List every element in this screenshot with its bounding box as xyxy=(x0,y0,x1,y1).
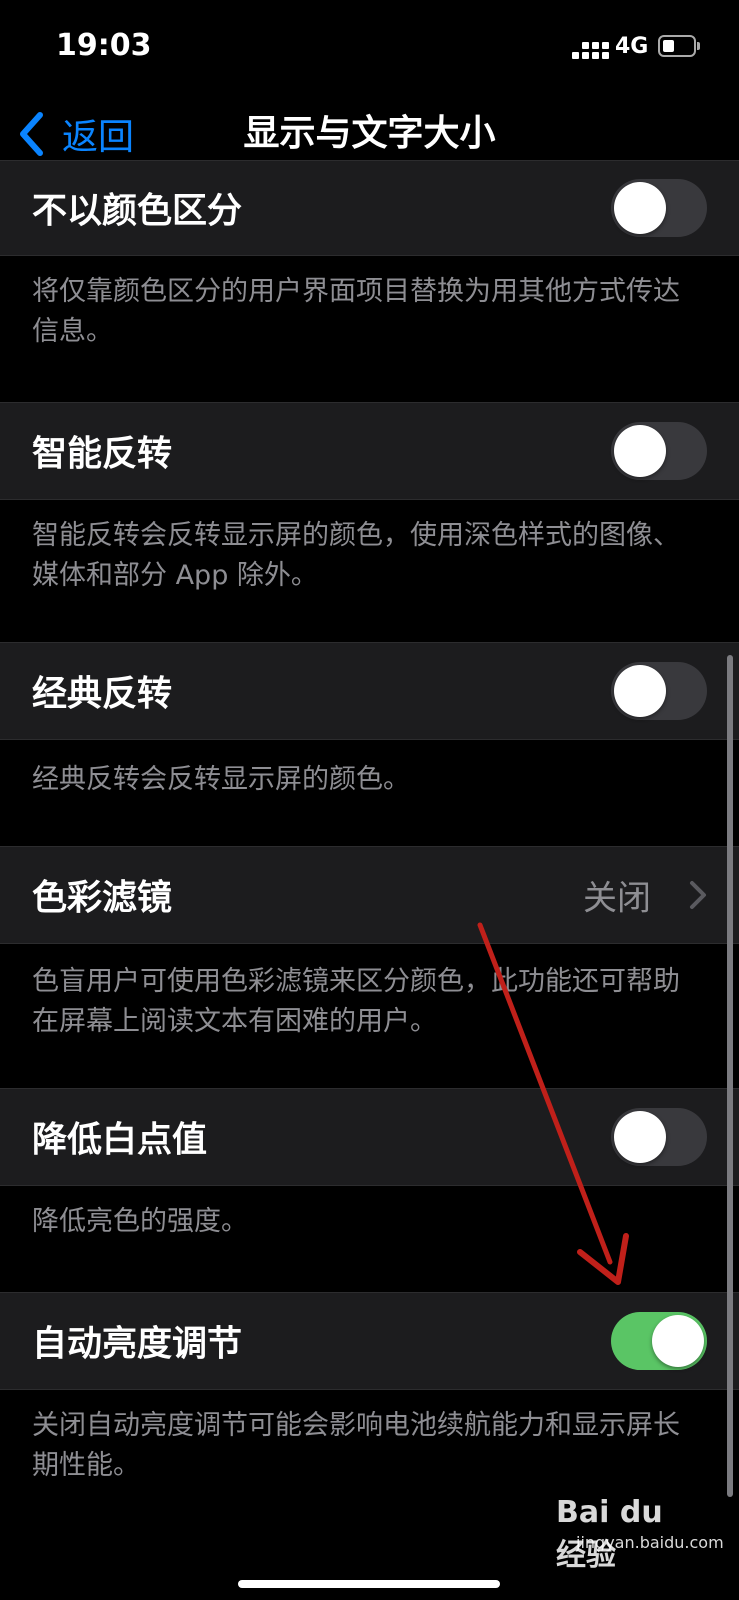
setting-footer: 关闭自动亮度调节可能会影响电池续航能力和显示屏长期性能。 xyxy=(32,1410,680,1481)
signal-icon xyxy=(572,38,609,60)
status-time: 19:03 xyxy=(56,28,152,63)
scrollbar[interactable] xyxy=(727,655,733,1497)
setting-row-smart-invert: 智能反转 xyxy=(0,402,739,500)
home-indicator[interactable] xyxy=(238,1580,500,1588)
setting-footer: 智能反转会反转显示屏的颜色，使用深色样式的图像、媒体和部分 App 除外。 xyxy=(32,520,680,591)
setting-label: 自动亮度调节 xyxy=(32,1324,243,1365)
battery-icon xyxy=(658,35,696,57)
classic-invert-toggle[interactable] xyxy=(611,662,707,720)
setting-footer: 经典反转会反转显示屏的颜色。 xyxy=(32,764,410,795)
color-filters-value: 关闭 xyxy=(583,878,651,919)
back-button[interactable]: 返回 xyxy=(16,106,134,162)
smart-invert-toggle[interactable] xyxy=(611,422,707,480)
differentiate-without-color-toggle[interactable] xyxy=(611,179,707,237)
back-button-label: 返回 xyxy=(62,117,135,158)
auto-brightness-toggle[interactable] xyxy=(611,1312,707,1370)
watermark-url: jingyan.baidu.com xyxy=(576,1533,724,1552)
reduce-white-point-toggle[interactable] xyxy=(611,1108,707,1166)
chevron-left-icon xyxy=(20,112,43,156)
network-type: 4G xyxy=(615,34,649,59)
setting-row-color-filters[interactable]: 色彩滤镜 关闭 xyxy=(0,846,739,944)
chevron-right-icon xyxy=(690,881,706,909)
setting-label: 降低白点值 xyxy=(32,1120,208,1161)
setting-footer: 降低亮色的强度。 xyxy=(32,1206,248,1237)
setting-footer: 将仅靠颜色区分的用户界面项目替换为用其他方式传达信息。 xyxy=(32,276,680,347)
setting-row-auto-brightness: 自动亮度调节 xyxy=(0,1292,739,1390)
setting-row-differentiate-without-color: 不以颜色区分 xyxy=(0,160,739,256)
setting-label: 经典反转 xyxy=(32,674,173,715)
status-bar: 19:03 4G xyxy=(0,0,739,100)
battery-cap xyxy=(697,42,700,50)
setting-row-classic-invert: 经典反转 xyxy=(0,642,739,740)
setting-label: 不以颜色区分 xyxy=(32,191,243,232)
setting-footer: 色盲用户可使用色彩滤镜来区分颜色，此功能还可帮助在屏幕上阅读文本有困难的用户。 xyxy=(32,966,680,1037)
setting-label: 色彩滤镜 xyxy=(32,878,173,919)
setting-row-reduce-white-point: 降低白点值 xyxy=(0,1088,739,1186)
setting-label: 智能反转 xyxy=(32,434,173,475)
